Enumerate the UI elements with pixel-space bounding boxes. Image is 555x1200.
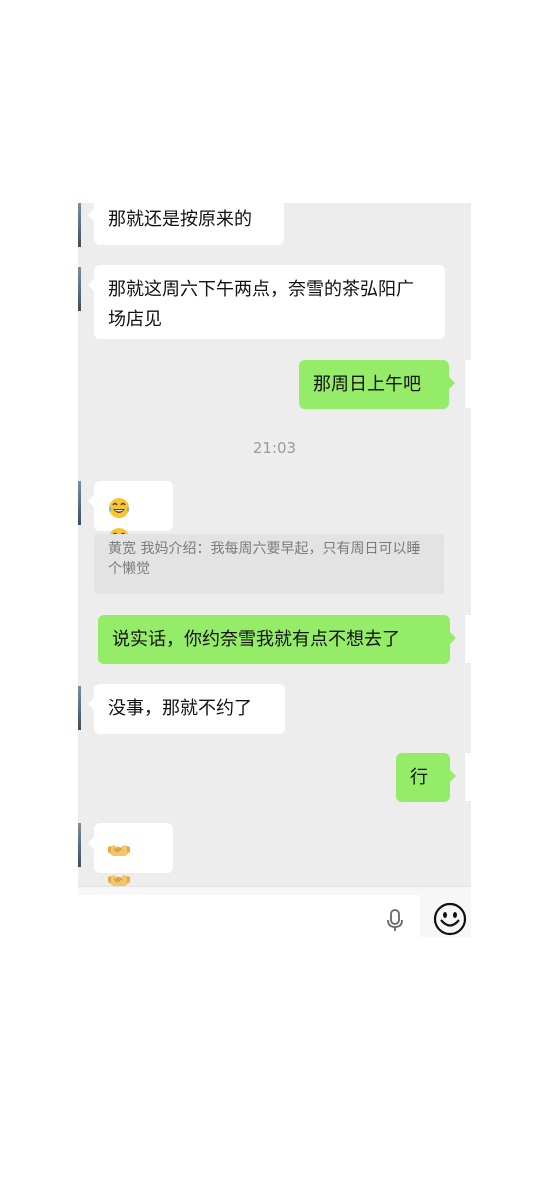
message-bubble-incoming[interactable]: 没事，那就不约了 xyxy=(88,684,285,734)
handshake-emoji-icon xyxy=(107,839,133,860)
message-input[interactable] xyxy=(78,895,420,937)
message-bubble-incoming[interactable]: 那就还是按原来的 xyxy=(88,203,284,245)
message-bubble-incoming[interactable] xyxy=(88,481,173,548)
contact-avatar[interactable] xyxy=(78,823,81,867)
input-bar xyxy=(78,886,471,937)
smiley-face-icon[interactable] xyxy=(433,902,467,936)
message-text: 那就还是按原来的 xyxy=(108,209,252,230)
message-text: 那周日上午吧 xyxy=(313,374,421,395)
message-text: 那就这周六下午两点，奈雪的茶弘阳广场店见 xyxy=(108,279,414,330)
message-bubble-outgoing[interactable]: 行 xyxy=(396,753,456,802)
chat-screenshot: 那就还是按原来的 那就这周六下午两点，奈雪的茶弘阳广场店见 那周日上午吧 21:… xyxy=(0,0,555,1200)
tears-of-joy-emoji-icon xyxy=(107,497,133,518)
message-bubble-outgoing[interactable]: 那周日上午吧 xyxy=(299,360,455,409)
quoted-message-text: 黄宽 我妈介绍：我每周六要早起，只有周日可以睡个懒觉 xyxy=(108,541,421,577)
message-text: 行 xyxy=(410,767,428,788)
message-bubble-incoming[interactable]: 那就这周六下午两点，奈雪的茶弘阳广场店见 xyxy=(88,265,445,339)
contact-avatar[interactable] xyxy=(78,203,81,247)
quoted-message[interactable]: 黄宽 我妈介绍：我每周六要早起，只有周日可以睡个懒觉 xyxy=(94,534,444,594)
handshake-emoji-icon xyxy=(107,869,133,886)
contact-avatar[interactable] xyxy=(78,267,81,311)
message-timestamp: 21:03 xyxy=(252,439,297,457)
my-avatar[interactable] xyxy=(465,360,471,408)
message-text: 说实话，你约奈雪我就有点不想去了 xyxy=(112,629,400,650)
message-text: 没事，那就不约了 xyxy=(108,698,252,719)
message-bubble-incoming[interactable] xyxy=(88,823,173,886)
contact-avatar[interactable] xyxy=(78,481,81,525)
chat-area[interactable]: 那就还是按原来的 那就这周六下午两点，奈雪的茶弘阳广场店见 那周日上午吧 21:… xyxy=(78,203,471,886)
microphone-icon[interactable] xyxy=(384,909,406,933)
contact-avatar[interactable] xyxy=(78,686,81,730)
my-avatar[interactable] xyxy=(465,615,471,663)
message-bubble-outgoing[interactable]: 说实话，你约奈雪我就有点不想去了 xyxy=(98,615,456,664)
my-avatar[interactable] xyxy=(465,753,471,801)
